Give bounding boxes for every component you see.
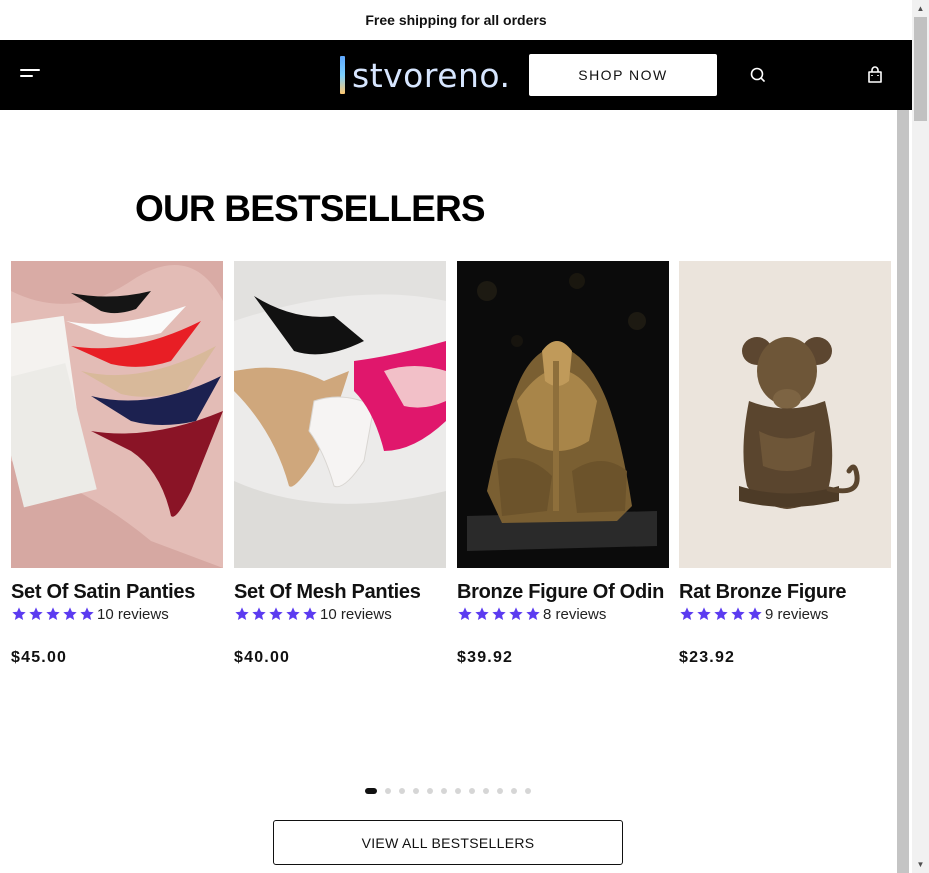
star-icon	[475, 607, 489, 620]
product-price: $45.00	[11, 649, 68, 666]
product-card[interactable]: Bronze Figure Of Odin 8 reviews $39.92	[457, 261, 669, 667]
carousel-dot[interactable]	[469, 788, 475, 794]
review-count[interactable]: 8 reviews	[543, 606, 606, 623]
carousel-dot[interactable]	[427, 788, 433, 794]
star-icon	[29, 607, 43, 620]
star-icon	[235, 607, 249, 620]
star-icon	[269, 607, 283, 620]
star-icon	[12, 607, 26, 620]
star-icon	[80, 607, 94, 620]
star-icon	[526, 607, 540, 620]
review-count[interactable]: 10 reviews	[320, 606, 392, 623]
announcement-bar: Free shipping for all orders	[0, 0, 912, 40]
logo-text: stvoreno.	[352, 55, 511, 95]
star-icon	[286, 607, 300, 620]
carousel-dot[interactable]	[365, 788, 377, 794]
product-image-rat-bronze[interactable]	[679, 261, 891, 568]
carousel-dot[interactable]	[413, 788, 419, 794]
carousel-dot[interactable]	[441, 788, 447, 794]
star-rating	[679, 606, 763, 622]
carousel-dot[interactable]	[385, 788, 391, 794]
shopping-bag-icon[interactable]	[864, 64, 886, 86]
carousel-pagination	[365, 788, 531, 794]
carousel-dot[interactable]	[525, 788, 531, 794]
product-name[interactable]: Bronze Figure Of Odin	[457, 581, 669, 604]
product-price: $39.92	[457, 649, 514, 666]
product-price: $23.92	[679, 649, 736, 666]
scroll-down-icon[interactable]: ▼	[912, 856, 929, 873]
product-rating: 9 reviews	[679, 605, 891, 623]
review-count[interactable]: 10 reviews	[97, 606, 169, 623]
shop-now-button[interactable]: SHOP NOW	[529, 54, 717, 96]
product-rating: 10 reviews	[11, 605, 223, 623]
scroll-up-icon[interactable]: ▲	[912, 0, 929, 17]
star-icon	[252, 607, 266, 620]
product-rating: 10 reviews	[234, 605, 446, 623]
star-icon	[714, 607, 728, 620]
carousel-dot[interactable]	[497, 788, 503, 794]
star-icon	[731, 607, 745, 620]
carousel-dot[interactable]	[455, 788, 461, 794]
announcement-text: Free shipping for all orders	[365, 12, 547, 28]
search-icon[interactable]	[747, 64, 769, 86]
scrollbar-thumb[interactable]	[914, 17, 927, 121]
product-name[interactable]: Set Of Mesh Panties	[234, 581, 446, 604]
star-icon	[697, 607, 711, 620]
menu-icon[interactable]	[20, 68, 40, 82]
star-icon	[458, 607, 472, 620]
section-title: OUR BESTSELLERS	[135, 188, 486, 229]
star-icon	[63, 607, 77, 620]
carousel-dot[interactable]	[399, 788, 405, 794]
review-count[interactable]: 9 reviews	[765, 606, 828, 623]
logo-mark	[340, 56, 345, 94]
star-icon	[303, 607, 317, 620]
product-rating: 8 reviews	[457, 605, 669, 623]
star-rating	[234, 606, 318, 622]
side-strip	[897, 110, 909, 873]
site-logo[interactable]: stvoreno.	[340, 54, 511, 96]
star-icon	[680, 607, 694, 620]
star-icon	[748, 607, 762, 620]
product-card[interactable]: Rat Bronze Figure 9 reviews $23.92	[679, 261, 891, 667]
product-image-mesh-panties[interactable]	[234, 261, 446, 568]
product-image-bronze-odin[interactable]	[457, 261, 669, 568]
star-icon	[492, 607, 506, 620]
star-rating	[457, 606, 541, 622]
product-card[interactable]: Set Of Mesh Panties 10 reviews $40.00	[234, 261, 446, 667]
product-price: $40.00	[234, 649, 291, 666]
product-name[interactable]: Rat Bronze Figure	[679, 581, 891, 604]
carousel-dot[interactable]	[511, 788, 517, 794]
view-all-bestsellers-button[interactable]: VIEW ALL BESTSELLERS	[273, 820, 623, 865]
product-image-satin-panties[interactable]	[11, 261, 223, 568]
product-name[interactable]: Set Of Satin Panties	[11, 581, 223, 604]
page-scrollbar[interactable]: ▲ ▼	[912, 0, 929, 873]
product-card[interactable]: Set Of Satin Panties 10 reviews $45.00	[11, 261, 223, 667]
product-carousel: Set Of Satin Panties 10 reviews $45.00 S…	[11, 261, 891, 681]
carousel-dot[interactable]	[483, 788, 489, 794]
star-rating	[11, 606, 95, 622]
site-header: stvoreno. SHOP NOW	[0, 40, 912, 110]
star-icon	[46, 607, 60, 620]
star-icon	[509, 607, 523, 620]
